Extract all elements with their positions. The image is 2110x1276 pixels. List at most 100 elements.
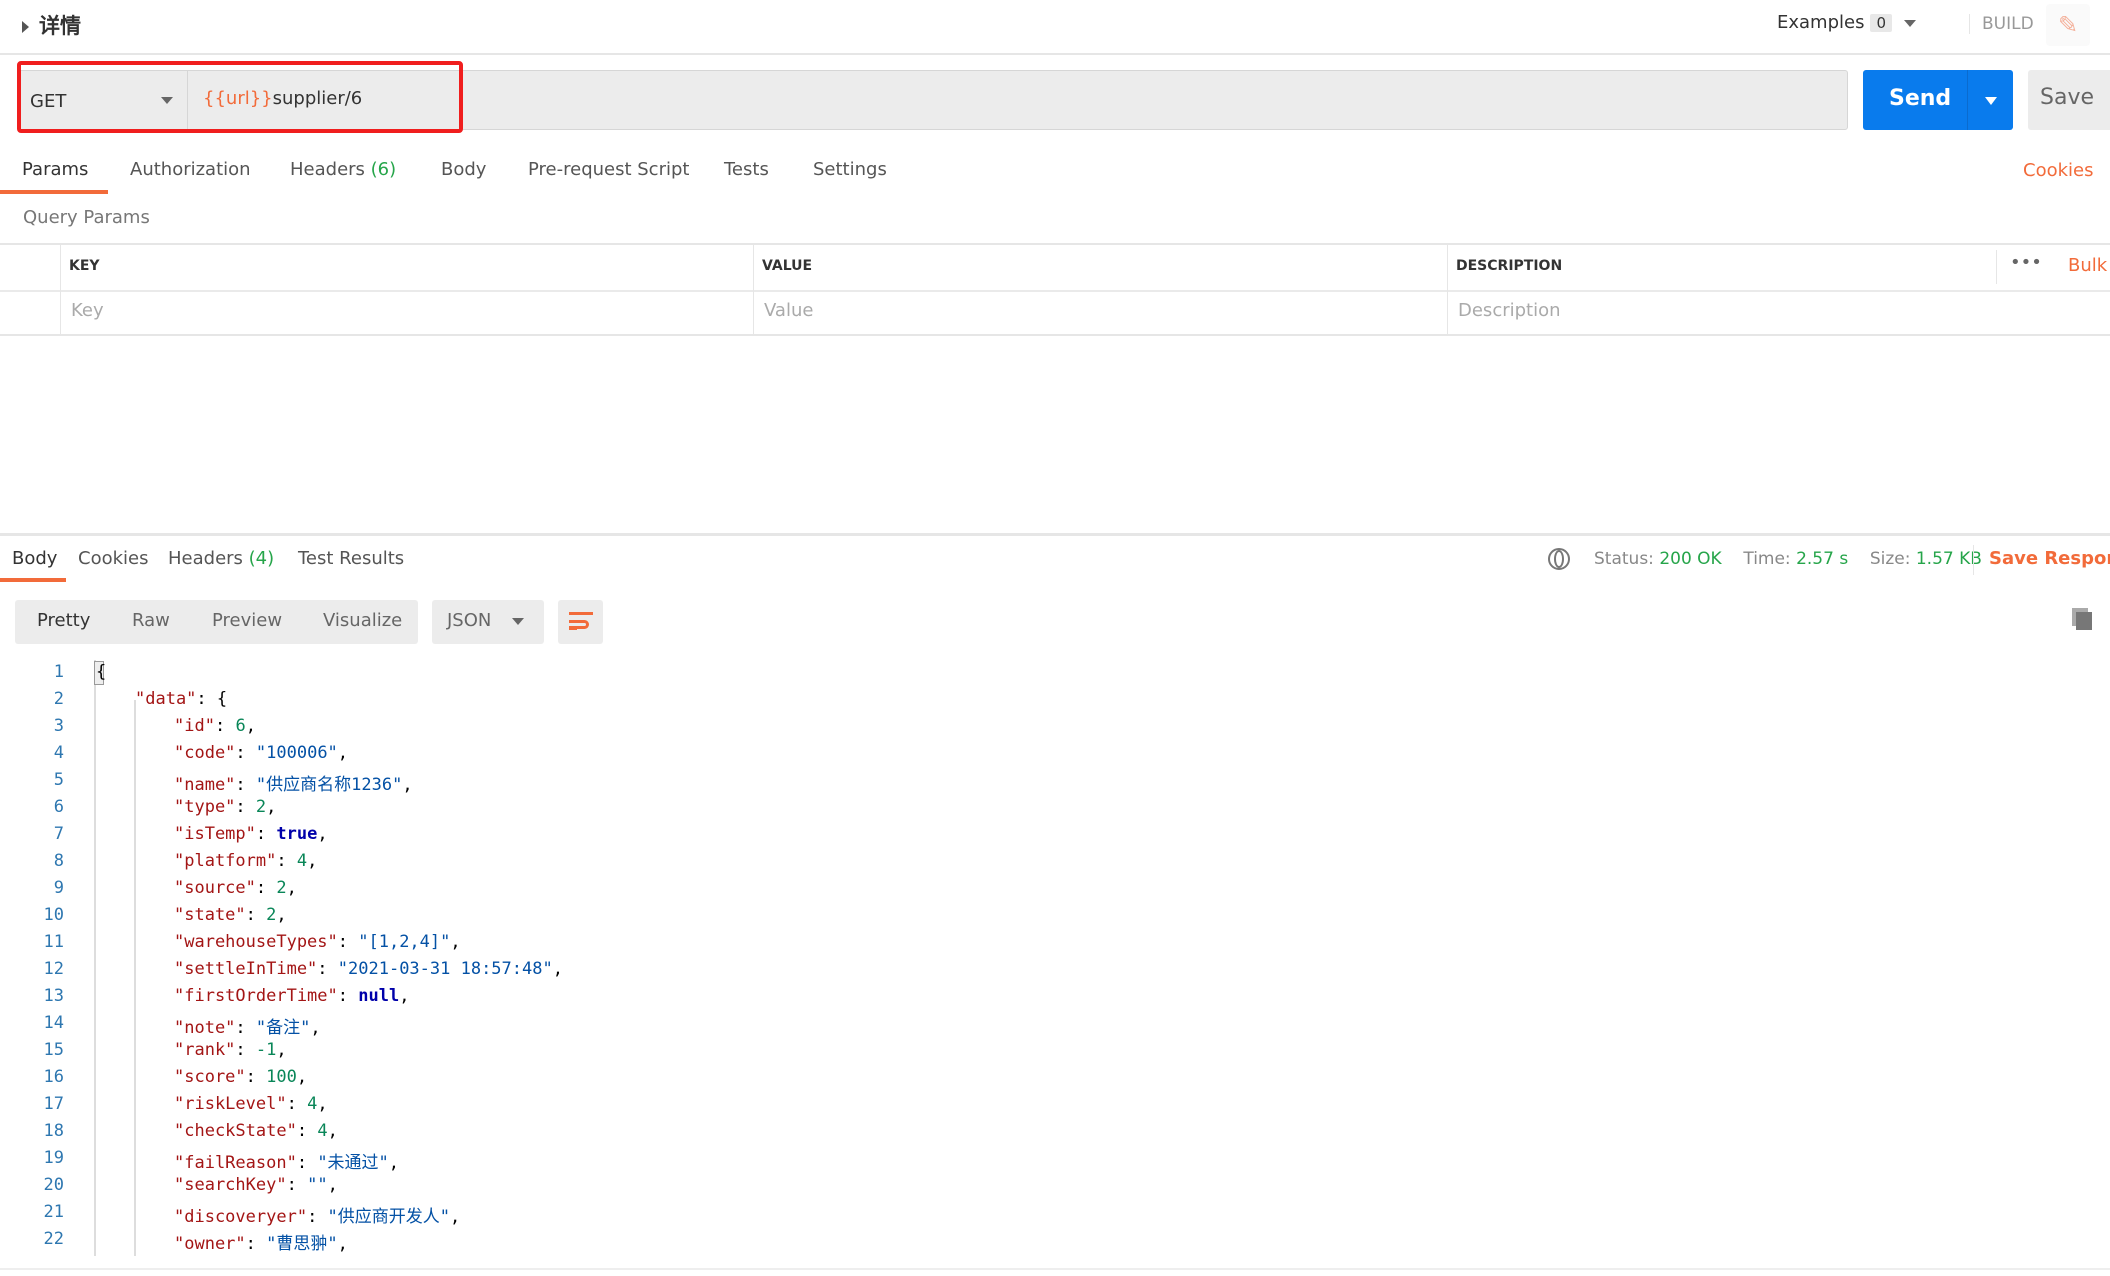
code-token: : bbox=[296, 1121, 318, 1141]
code-line: 16 "score": 100, bbox=[0, 1063, 1200, 1090]
chevron-down-icon bbox=[512, 618, 524, 625]
expand-caret-icon[interactable] bbox=[22, 21, 29, 33]
code-token: "供应商开发人" bbox=[327, 1207, 451, 1227]
copy-icon[interactable] bbox=[2072, 608, 2092, 630]
line-number: 15 bbox=[43, 1040, 64, 1060]
format-select[interactable]: JSON bbox=[432, 600, 544, 644]
build-mode[interactable]: BUILD bbox=[1969, 14, 2034, 34]
tab-label: Authorization bbox=[130, 159, 251, 180]
divider bbox=[1973, 545, 1974, 575]
column-divider bbox=[1996, 250, 1997, 284]
time-value: 2.57 s bbox=[1796, 549, 1849, 569]
save-response-button[interactable]: Save Response bbox=[1989, 548, 2110, 569]
pencil-icon[interactable]: ✎ bbox=[2046, 4, 2090, 46]
tab-test-results[interactable]: Test Results bbox=[298, 548, 404, 569]
wrap-lines-icon[interactable] bbox=[558, 600, 603, 644]
tab-tests[interactable]: Tests bbox=[724, 159, 769, 180]
code-token: "state" bbox=[174, 905, 246, 925]
code-token: , bbox=[337, 743, 349, 763]
code-token: "100006" bbox=[255, 743, 338, 763]
code-token: : bbox=[296, 1153, 318, 1173]
line-number: 11 bbox=[43, 932, 64, 952]
code-line: 17 "riskLevel": 4, bbox=[0, 1090, 1200, 1117]
line-number: 1 bbox=[53, 662, 64, 682]
tab-label: Headers bbox=[290, 159, 365, 180]
code-line: 5 "name": "供应商名称1236", bbox=[0, 766, 1200, 795]
code-token: : bbox=[235, 1040, 256, 1060]
code-line: 6 "type": 2, bbox=[0, 793, 1200, 820]
line-number: 3 bbox=[53, 716, 64, 736]
code-token: "isTemp" bbox=[174, 824, 256, 844]
tab-params[interactable]: Params bbox=[22, 159, 88, 180]
line-number: 5 bbox=[53, 770, 64, 790]
code-token: "firstOrderTime" bbox=[174, 986, 338, 1006]
code-token: true bbox=[276, 824, 318, 844]
view-visualize[interactable]: Visualize bbox=[323, 610, 402, 631]
globe-icon[interactable] bbox=[1548, 548, 1570, 570]
code-token: "score" bbox=[174, 1067, 246, 1087]
view-preview[interactable]: Preview bbox=[212, 610, 282, 631]
value-input[interactable]: Value bbox=[764, 300, 813, 321]
tab-label: Headers bbox=[168, 548, 243, 569]
column-divider bbox=[753, 243, 754, 336]
view-pretty[interactable]: Pretty bbox=[37, 610, 90, 631]
key-input[interactable]: Key bbox=[71, 300, 104, 321]
response-divider[interactable] bbox=[0, 533, 2110, 536]
line-number: 18 bbox=[43, 1121, 64, 1141]
examples-dropdown[interactable]: Examples 0 bbox=[1777, 12, 1917, 33]
tab-cookies[interactable]: Cookies bbox=[78, 548, 148, 569]
code-line: 1{ bbox=[0, 658, 1200, 685]
tab-settings[interactable]: Settings bbox=[813, 159, 887, 180]
code-line: 20 "searchKey": "", bbox=[0, 1171, 1200, 1198]
request-title[interactable]: 详情 bbox=[22, 10, 81, 40]
tab-body[interactable]: Body bbox=[12, 548, 57, 569]
code-line: 18 "checkState": 4, bbox=[0, 1117, 1200, 1144]
code-token: , bbox=[286, 878, 297, 898]
code-token: : bbox=[235, 775, 256, 795]
code-token: "checkState" bbox=[174, 1121, 297, 1141]
active-response-tab-indicator bbox=[0, 578, 66, 582]
code-token: : bbox=[255, 824, 277, 844]
code-line: 11 "warehouseTypes": "[1,2,4]", bbox=[0, 928, 1200, 955]
code-token: "name" bbox=[174, 775, 236, 795]
tab-label: Test Results bbox=[298, 548, 405, 569]
cookies-link[interactable]: Cookies bbox=[2023, 160, 2093, 181]
save-button[interactable]: Save bbox=[2028, 70, 2110, 130]
tab-headers[interactable]: Headers (6) bbox=[290, 159, 396, 180]
line-number: 8 bbox=[53, 851, 64, 871]
view-raw[interactable]: Raw bbox=[132, 610, 170, 631]
tab-pre-request-script[interactable]: Pre-request Script bbox=[528, 159, 689, 180]
code-token: : bbox=[337, 986, 359, 1006]
send-button[interactable]: Send bbox=[1863, 70, 2013, 130]
tab-label: Params bbox=[22, 159, 89, 180]
tab-authorization[interactable]: Authorization bbox=[130, 159, 251, 180]
bulk-edit-link[interactable]: Bulk Edit bbox=[2068, 255, 2110, 276]
status-label: Status: bbox=[1594, 549, 1654, 569]
ellipsis-icon[interactable]: ••• bbox=[2010, 252, 2042, 273]
code-token: "settleInTime" bbox=[174, 959, 318, 979]
line-number: 19 bbox=[43, 1148, 64, 1168]
code-token: : bbox=[214, 716, 236, 736]
code-token: : bbox=[286, 1175, 308, 1195]
code-token: : bbox=[245, 1067, 267, 1087]
tab-label: Pre-request Script bbox=[528, 159, 690, 180]
code-token: "曹思翀" bbox=[266, 1234, 338, 1254]
code-token: 2 bbox=[276, 878, 287, 898]
tab-body[interactable]: Body bbox=[441, 159, 486, 180]
line-number: 2 bbox=[53, 689, 64, 709]
send-options-caret-icon[interactable] bbox=[1985, 97, 1997, 105]
code-token: "platform" bbox=[174, 851, 277, 871]
description-input[interactable]: Description bbox=[1458, 300, 1561, 321]
send-label: Send bbox=[1889, 86, 1952, 111]
tab-headers[interactable]: Headers (4) bbox=[168, 548, 274, 569]
code-token: , bbox=[450, 1207, 461, 1227]
code-token: : bbox=[337, 932, 359, 952]
code-token: 4 bbox=[317, 1121, 328, 1141]
code-token: "searchKey" bbox=[174, 1175, 287, 1195]
code-token: "source" bbox=[174, 878, 256, 898]
code-token: "备注" bbox=[255, 1018, 311, 1038]
code-token: , bbox=[399, 986, 410, 1006]
code-line: 8 "platform": 4, bbox=[0, 847, 1200, 874]
line-number: 17 bbox=[43, 1094, 64, 1114]
code-token: , bbox=[327, 1121, 338, 1141]
